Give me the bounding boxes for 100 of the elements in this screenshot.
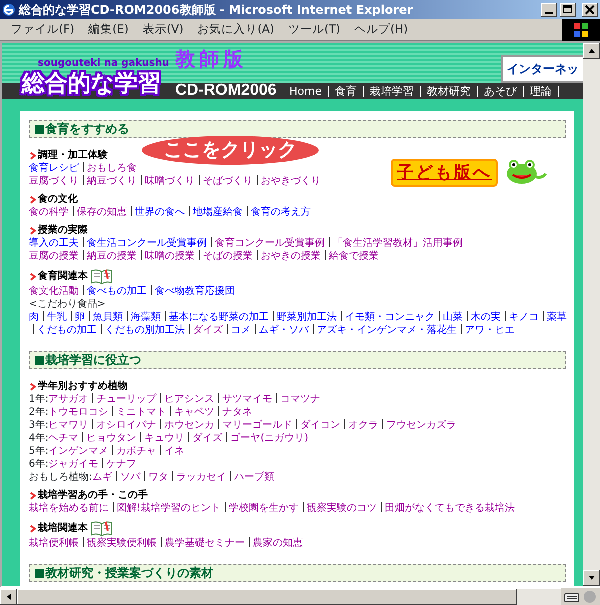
kids-edition-button[interactable]: 子ども版へ bbox=[391, 159, 498, 187]
text-link[interactable]: 世界の食へ bbox=[135, 207, 185, 218]
text-link[interactable]: 卵 bbox=[75, 312, 85, 323]
text-link[interactable]: 給食で授業 bbox=[329, 251, 379, 262]
scroll-down-button[interactable] bbox=[583, 570, 600, 586]
nav-link[interactable]: Home bbox=[284, 86, 329, 96]
text-link[interactable]: ワタ bbox=[148, 472, 168, 483]
text-link[interactable]: フウセンカズラ bbox=[386, 420, 457, 431]
text-link[interactable]: 観察実験便利帳 bbox=[87, 538, 157, 549]
text-link[interactable]: 海藻類 bbox=[131, 312, 161, 323]
text-link[interactable]: ケナフ bbox=[106, 459, 137, 470]
horizontal-scrollbar[interactable] bbox=[0, 588, 561, 605]
close-button[interactable] bbox=[582, 2, 598, 16]
text-link[interactable]: 農学基礎セミナー bbox=[165, 538, 245, 549]
text-link[interactable]: ヒョウタン bbox=[86, 433, 137, 444]
text-link[interactable]: 田畑がなくてもできる栽培法 bbox=[385, 503, 516, 514]
text-link[interactable]: 基本になる野菜の加工 bbox=[169, 312, 269, 323]
text-link[interactable]: ミニトマト bbox=[116, 407, 167, 418]
text-link[interactable]: おやきづくり bbox=[261, 176, 321, 187]
text-link[interactable]: アサガオ bbox=[48, 394, 89, 405]
text-link[interactable]: オシロイバナ bbox=[96, 420, 157, 431]
text-link[interactable]: 栽培便利帳 bbox=[29, 538, 79, 549]
text-link[interactable]: オクラ bbox=[348, 420, 379, 431]
text-link[interactable]: ナタネ bbox=[222, 407, 253, 418]
text-link[interactable]: サツマイモ bbox=[222, 394, 273, 405]
minimize-button[interactable] bbox=[541, 2, 557, 16]
text-link[interactable]: 地場産給食 bbox=[193, 207, 243, 218]
text-link[interactable]: おやきの授業 bbox=[261, 251, 321, 262]
text-link[interactable]: くだもの加工 bbox=[37, 325, 97, 336]
text-link[interactable]: ソバ bbox=[120, 472, 140, 483]
text-link[interactable]: 導入の工夫 bbox=[29, 238, 79, 249]
text-link[interactable]: ムギ bbox=[92, 472, 112, 483]
text-link[interactable]: 木の実 bbox=[471, 312, 501, 323]
maximize-button[interactable] bbox=[560, 2, 576, 16]
nav-link[interactable]: 理論 bbox=[524, 86, 559, 96]
text-link[interactable]: 山菜 bbox=[443, 312, 463, 323]
text-link[interactable]: 食育レシピ bbox=[29, 163, 79, 174]
text-link[interactable]: 豆腐の授業 bbox=[29, 251, 79, 262]
text-link[interactable]: チューリップ bbox=[96, 394, 157, 405]
text-link[interactable]: くだもの別加工法 bbox=[105, 325, 185, 336]
text-link[interactable]: ヘチマ bbox=[48, 433, 79, 444]
text-link[interactable]: コメ bbox=[231, 325, 251, 336]
text-link[interactable]: インゲンマメ bbox=[48, 446, 109, 457]
nav-link[interactable]: 栽培学習 bbox=[364, 86, 421, 96]
text-link[interactable]: 学校園を生かす bbox=[229, 503, 300, 514]
text-link[interactable]: そばづくり bbox=[203, 176, 253, 187]
text-link[interactable]: キャベツ bbox=[174, 407, 215, 418]
text-link[interactable]: ダイズ bbox=[193, 325, 223, 336]
text-link[interactable]: トウモロコシ bbox=[48, 407, 109, 418]
text-link[interactable]: ホウセンカ bbox=[164, 420, 215, 431]
scroll-up-button[interactable] bbox=[583, 43, 600, 59]
menu-item[interactable]: お気に入り(A) bbox=[190, 20, 282, 38]
menu-item[interactable]: ファイル(F) bbox=[4, 20, 82, 38]
text-link[interactable]: マリーゴールド bbox=[222, 420, 293, 431]
vertical-scrollbar[interactable] bbox=[583, 43, 600, 586]
nav-link[interactable]: 食育 bbox=[329, 86, 364, 96]
text-link[interactable]: 栽培を始める前に bbox=[29, 503, 109, 514]
text-link[interactable]: 「食生活学習教材」活用事例 bbox=[333, 238, 463, 249]
menu-item[interactable]: 表示(V) bbox=[136, 20, 191, 38]
text-link[interactable]: ジャガイモ bbox=[48, 459, 99, 470]
text-link[interactable]: 食べ物教育応援団 bbox=[155, 286, 235, 297]
text-link[interactable]: ダイズ bbox=[192, 433, 223, 444]
menu-item[interactable]: 編集(E) bbox=[82, 20, 136, 38]
text-link[interactable]: イモ類・コンニャク bbox=[345, 312, 435, 323]
text-link[interactable]: 保存の知恵 bbox=[77, 207, 127, 218]
nav-link[interactable]: 教材研究 bbox=[421, 86, 478, 96]
text-link[interactable]: コマツナ bbox=[280, 394, 321, 405]
scroll-left-button[interactable] bbox=[0, 589, 17, 605]
text-link[interactable]: 野菜別加工法 bbox=[277, 312, 337, 323]
text-link[interactable]: ダイコン bbox=[300, 420, 341, 431]
text-link[interactable]: キュウリ bbox=[144, 433, 185, 444]
scroll-thumb[interactable] bbox=[17, 589, 517, 605]
text-link[interactable]: 食育の考え方 bbox=[251, 207, 311, 218]
text-link[interactable]: 農家の知恵 bbox=[253, 538, 303, 549]
text-link[interactable]: 観察実験のコツ bbox=[307, 503, 378, 514]
text-link[interactable]: ムギ・ソバ bbox=[259, 325, 309, 336]
text-link[interactable]: アワ・ヒエ bbox=[465, 325, 515, 336]
text-link[interactable]: ヒマワリ bbox=[48, 420, 89, 431]
text-link[interactable]: イネ bbox=[164, 446, 185, 457]
text-link[interactable]: 食育コンクール受賞事例 bbox=[215, 238, 325, 249]
internet-button[interactable]: インターネッ bbox=[501, 55, 583, 83]
text-link[interactable]: 豆腐づくり bbox=[29, 176, 79, 187]
text-link[interactable]: ゴーヤ(ニガウリ) bbox=[230, 433, 309, 444]
text-link[interactable]: 図解!栽培学習のヒント bbox=[117, 503, 222, 514]
text-link[interactable]: アズキ・インゲンマメ・落花生 bbox=[317, 325, 457, 336]
text-link[interactable]: おもしろ食 bbox=[87, 163, 137, 174]
text-link[interactable]: ハーブ類 bbox=[234, 472, 274, 483]
text-link[interactable]: ラッカセイ bbox=[176, 472, 226, 483]
menu-item[interactable]: ツール(T) bbox=[282, 20, 348, 38]
text-link[interactable]: 納豆づくり bbox=[87, 176, 137, 187]
text-link[interactable]: 魚貝類 bbox=[93, 312, 123, 323]
text-link[interactable]: 味噌の授業 bbox=[145, 251, 195, 262]
text-link[interactable]: 食生活コンクール受賞事例 bbox=[87, 238, 207, 249]
text-link[interactable]: 食の科学 bbox=[29, 207, 69, 218]
nav-link[interactable]: あそび bbox=[478, 86, 524, 96]
text-link[interactable]: カボチャ bbox=[116, 446, 157, 457]
text-link[interactable]: 食べもの加工 bbox=[87, 286, 147, 297]
text-link[interactable]: ヒアシンス bbox=[164, 394, 215, 405]
text-link[interactable]: キノコ bbox=[509, 312, 539, 323]
menu-item[interactable]: ヘルプ(H) bbox=[348, 20, 416, 38]
